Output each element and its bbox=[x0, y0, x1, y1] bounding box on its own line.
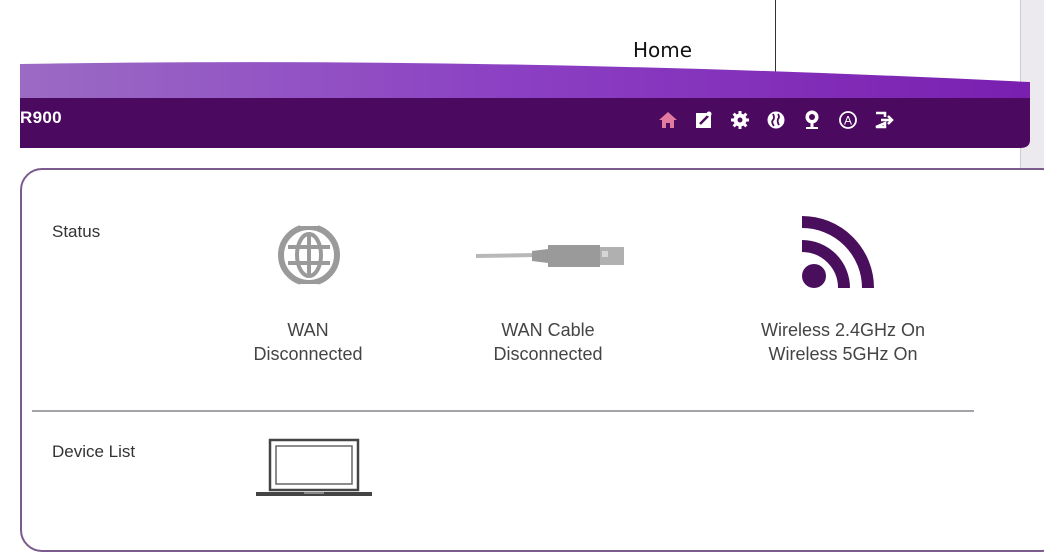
header-swoosh bbox=[20, 62, 1030, 104]
wan-cable-icon[interactable] bbox=[476, 242, 626, 270]
wan-state: Disconnected bbox=[253, 344, 363, 364]
device-list-section-label: Device List bbox=[52, 442, 136, 461]
section-divider bbox=[32, 410, 974, 412]
wireless-24ghz-state: Wireless 2.4GHz On bbox=[760, 320, 926, 340]
wan-globe-icon[interactable] bbox=[266, 218, 352, 292]
wan-cable-label: WAN Cable bbox=[501, 320, 595, 340]
status-section-label: Status bbox=[52, 222, 101, 241]
brand-model-name: R900 bbox=[20, 108, 62, 127]
header-toolbar: A bbox=[650, 104, 902, 136]
location-pin-icon[interactable] bbox=[794, 104, 830, 136]
globe-icon[interactable] bbox=[758, 104, 794, 136]
wireless-5ghz-state: Wireless 5GHz On bbox=[768, 344, 918, 364]
advanced-icon[interactable]: A bbox=[830, 104, 866, 136]
wan-cable-status: WAN Cable Disconnected bbox=[438, 318, 658, 366]
laptop-icon[interactable] bbox=[254, 438, 374, 502]
svg-text:A: A bbox=[844, 114, 852, 128]
header-banner bbox=[20, 62, 1030, 148]
settings-gear-icon[interactable] bbox=[722, 104, 758, 136]
home-icon[interactable] bbox=[650, 104, 686, 136]
wireless-signal-icon[interactable] bbox=[796, 214, 876, 294]
logout-icon[interactable] bbox=[866, 104, 902, 136]
setup-wizard-icon[interactable] bbox=[686, 104, 722, 136]
wan-label: WAN bbox=[287, 320, 329, 340]
wan-status: WAN Disconnected bbox=[198, 318, 418, 366]
wireless-status: Wireless 2.4GHz On Wireless 5GHz On bbox=[728, 318, 958, 366]
wan-cable-state: Disconnected bbox=[493, 344, 603, 364]
